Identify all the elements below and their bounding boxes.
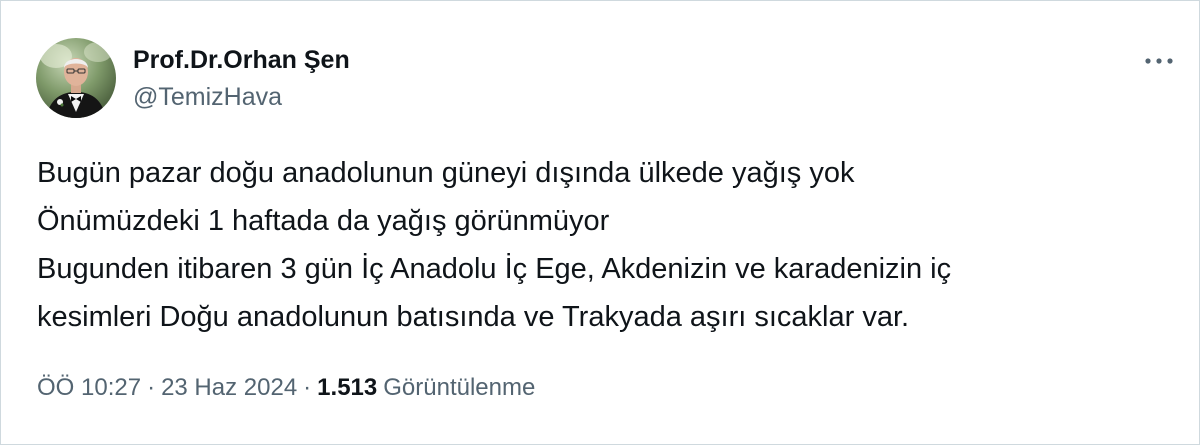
tweet-text: Bugün pazar doğu anadolunun güneyi dışın…	[37, 149, 1167, 341]
tweet-header: Prof.Dr.Orhan Şen @TemizHava	[36, 38, 350, 118]
views-label[interactable]: Görüntülenme	[383, 374, 535, 401]
meta-separator: ·	[303, 374, 312, 401]
author-handle[interactable]: @TemizHava	[133, 82, 350, 112]
tweet-card: Prof.Dr.Orhan Şen @TemizHava Bugün pazar…	[0, 0, 1200, 445]
author-display-name[interactable]: Prof.Dr.Orhan Şen	[133, 45, 350, 75]
tweet-line-2: Önümüzdeki 1 haftada da yağış görünmüyor	[37, 205, 610, 237]
tweet-line-3: Bugunden itibaren 3 gün İç Anadolu İç Eg…	[37, 253, 952, 285]
tweet-meta: ÖÖ 10:27 · 23 Haz 2024 · 1.513 Görüntülenme	[37, 373, 535, 403]
more-options-button[interactable]	[1137, 41, 1181, 81]
avatar-photo	[36, 38, 116, 118]
more-horizontal-icon	[1145, 58, 1173, 64]
tweet-time: ÖÖ 10:27	[37, 374, 142, 401]
tweet-timestamp[interactable]: ÖÖ 10:27 · 23 Haz 2024	[37, 374, 297, 401]
avatar[interactable]	[36, 38, 116, 118]
meta-separator: ·	[147, 374, 156, 401]
tweet-line-1: Bugün pazar doğu anadolunun güneyi dışın…	[37, 157, 855, 189]
views-count[interactable]: 1.513	[317, 374, 377, 401]
tweet-date: 23 Haz 2024	[161, 374, 298, 401]
author-names: Prof.Dr.Orhan Şen @TemizHava	[133, 45, 350, 112]
tweet-line-4: kesimleri Doğu anadolunun batısında ve T…	[37, 301, 910, 333]
